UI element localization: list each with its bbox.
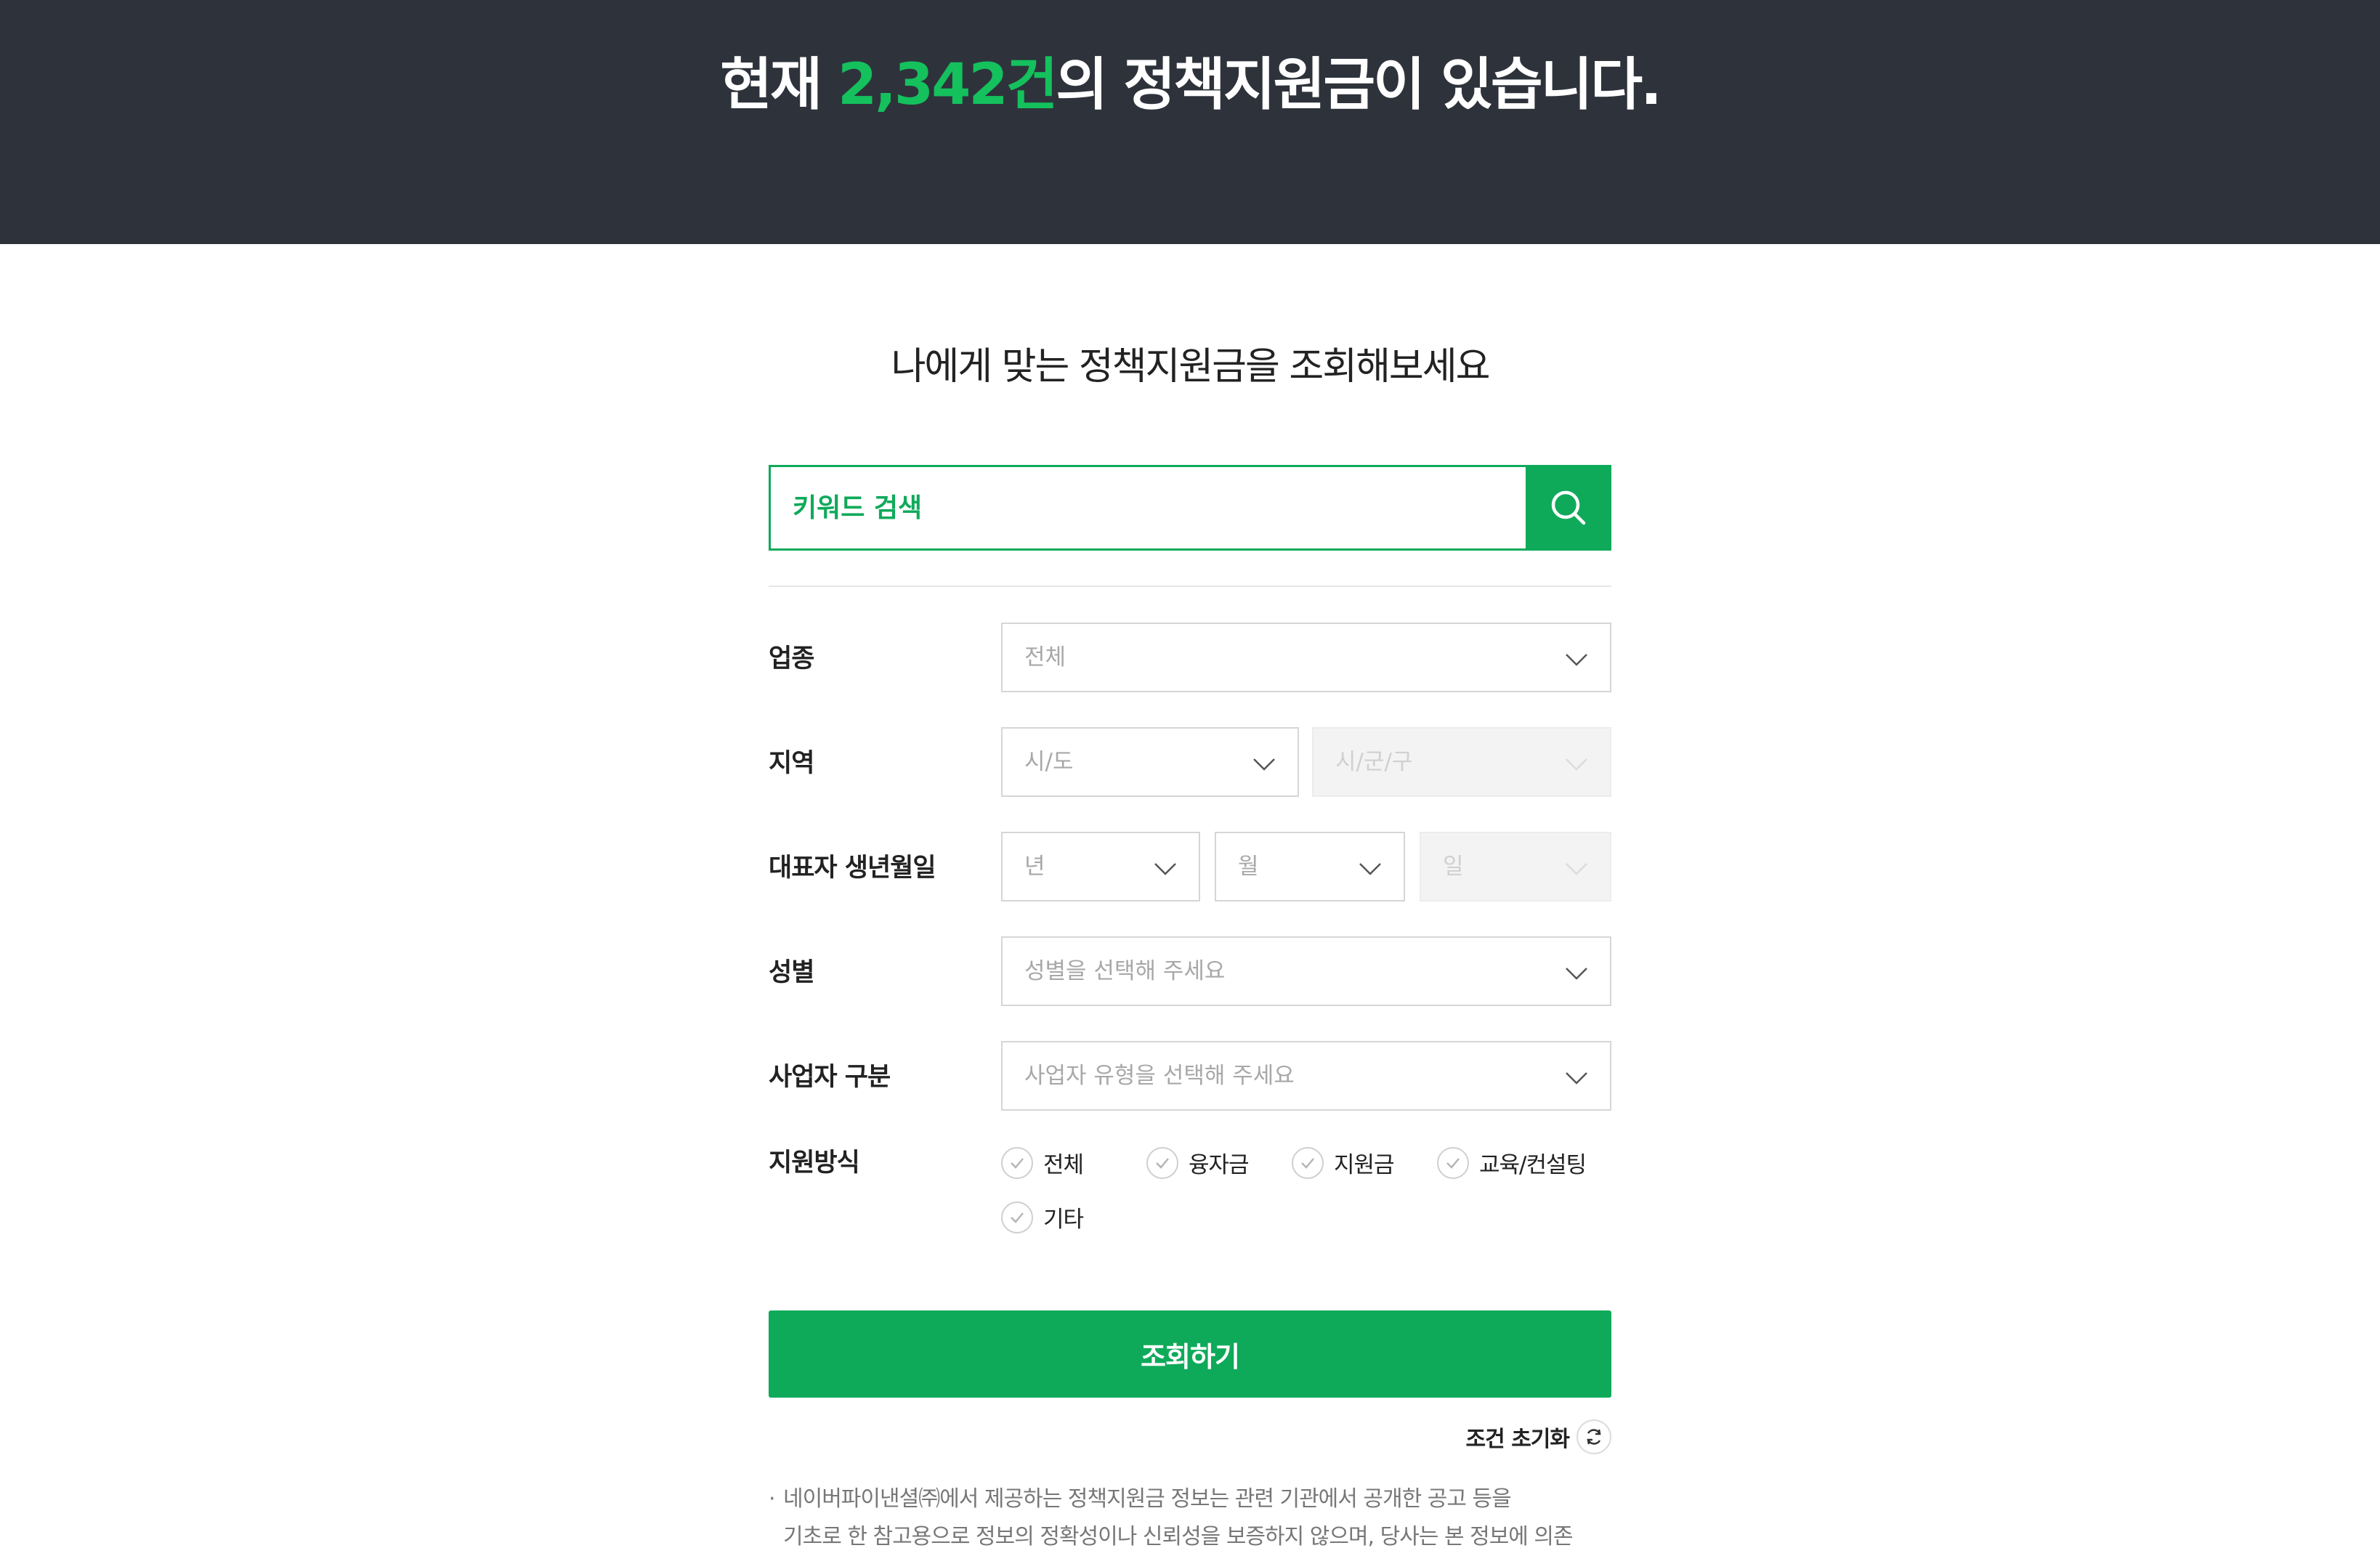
chevron-down-icon xyxy=(1566,758,1587,771)
business-type-select[interactable]: 사업자 유형을 선택해 주세요 xyxy=(1001,1041,1611,1111)
support-option-label: 융자금 xyxy=(1189,1152,1250,1178)
birth-day-select[interactable]: 일 xyxy=(1420,832,1611,901)
birth-year-select[interactable]: 년 xyxy=(1001,832,1200,901)
business-type-select-value: 사업자 유형을 선택해 주세요 xyxy=(1024,1063,1295,1089)
hero-suffix: 의 정책지원금이 있습니다. xyxy=(1056,52,1661,118)
gender-label: 성별 xyxy=(769,958,814,987)
support-option-label: 교육/컨설팅 xyxy=(1479,1152,1587,1178)
check-icon xyxy=(1437,1146,1469,1179)
birth-day-value: 일 xyxy=(1443,854,1464,880)
industry-label: 업종 xyxy=(769,644,814,673)
support-option-label: 지원금 xyxy=(1334,1152,1395,1178)
reset-filters-button[interactable]: 조건 초기화 xyxy=(1466,1419,1611,1454)
industry-select[interactable]: 전체 xyxy=(1001,623,1611,692)
notice-bullet: · xyxy=(769,1486,775,1512)
check-icon xyxy=(1001,1146,1033,1179)
chevron-down-icon xyxy=(1154,863,1176,875)
industry-select-value: 전체 xyxy=(1024,644,1066,670)
search-button[interactable] xyxy=(1526,465,1611,551)
gender-select-value: 성별을 선택해 주세요 xyxy=(1024,958,1226,984)
support-option-label: 전체 xyxy=(1043,1152,1084,1178)
birth-month-value: 월 xyxy=(1238,854,1259,880)
divider xyxy=(769,585,1611,587)
notice-line: 네이버파이낸셜㈜에서 제공하는 정책지원금 정보는 관련 기관에서 공개한 공고… xyxy=(783,1486,1512,1512)
support-option-all[interactable]: 전체 xyxy=(1001,1146,1084,1179)
check-icon xyxy=(1001,1201,1033,1233)
hero-count: 2,342건 xyxy=(837,52,1058,118)
province-select-value: 시/도 xyxy=(1024,749,1074,775)
birthdate-label: 대표자 생년월일 xyxy=(769,854,936,883)
support-method-label: 지원방식 xyxy=(769,1148,860,1178)
chevron-down-icon xyxy=(1566,1072,1587,1085)
region-label: 지역 xyxy=(769,749,814,778)
search-submit-button[interactable]: 조회하기 xyxy=(769,1310,1611,1398)
support-option-label: 기타 xyxy=(1043,1207,1084,1233)
disclaimer-notice: · 네이버파이낸셜㈜에서 제공하는 정책지원금 정보는 관련 기관에서 공개한 … xyxy=(769,1480,1611,1556)
page-subtitle: 나에게 맞는 정책지원금을 조회해보세요 xyxy=(891,345,1491,389)
hero-banner: 현재 2,342건의 정책지원금이 있습니다. xyxy=(0,0,2380,244)
business-type-label: 사업자 구분 xyxy=(769,1063,891,1092)
chevron-down-icon xyxy=(1566,968,1587,980)
district-select-value: 시/군/구 xyxy=(1335,749,1413,775)
chevron-down-icon xyxy=(1566,863,1587,875)
refresh-icon xyxy=(1576,1419,1611,1454)
chevron-down-icon xyxy=(1566,654,1587,666)
chevron-down-icon xyxy=(1253,758,1275,771)
province-select[interactable]: 시/도 xyxy=(1001,727,1299,797)
birth-month-select[interactable]: 월 xyxy=(1215,832,1405,901)
support-option-education[interactable]: 교육/컨설팅 xyxy=(1437,1146,1587,1179)
support-option-other[interactable]: 기타 xyxy=(1001,1201,1084,1233)
search-input[interactable] xyxy=(771,467,1526,548)
hero-title: 현재 2,342건의 정책지원금이 있습니다. xyxy=(0,45,2380,125)
support-option-loan[interactable]: 융자금 xyxy=(1146,1146,1250,1179)
check-icon xyxy=(1292,1146,1324,1179)
gender-select[interactable]: 성별을 선택해 주세요 xyxy=(1001,936,1611,1006)
birth-year-value: 년 xyxy=(1024,854,1045,880)
notice-line: 기초로 한 참고용으로 정보의 정확성이나 신뢰성을 보증하지 않으며, 당사는… xyxy=(783,1524,1574,1549)
district-select[interactable]: 시/군/구 xyxy=(1312,727,1611,797)
search-box xyxy=(769,465,1611,551)
support-option-grant[interactable]: 지원금 xyxy=(1292,1146,1395,1179)
reset-label: 조건 초기화 xyxy=(1465,1427,1570,1452)
hero-prefix: 현재 xyxy=(720,52,838,118)
chevron-down-icon xyxy=(1359,863,1381,875)
search-icon xyxy=(1551,490,1586,525)
check-icon xyxy=(1146,1146,1178,1179)
